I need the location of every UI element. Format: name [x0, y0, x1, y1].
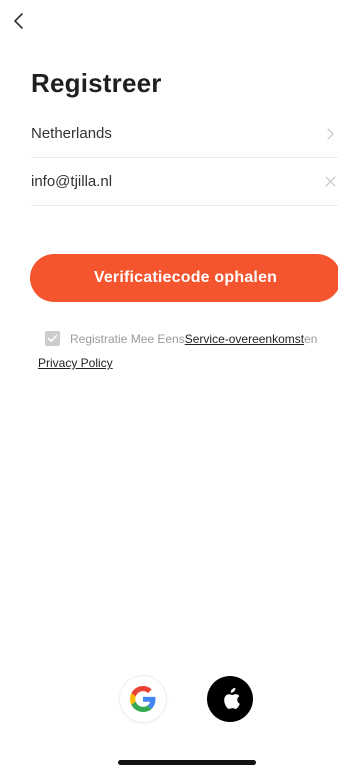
agreement-row: Registratie Mee Eens Service-overeenkoms… — [45, 331, 317, 346]
google-login-button[interactable] — [120, 676, 166, 722]
clear-icon[interactable] — [322, 174, 338, 190]
email-value: info@tjilla.nl — [31, 173, 113, 190]
chevron-right-icon — [322, 126, 338, 142]
agreement-connector: en — [304, 331, 318, 346]
agreement-prefix: Registratie Mee Eens — [70, 331, 185, 346]
back-button[interactable] — [8, 10, 30, 32]
page-title: Registreer — [31, 68, 162, 98]
apple-login-button[interactable] — [207, 676, 253, 722]
agreement-checkbox[interactable] — [45, 331, 60, 346]
chevron-left-icon — [14, 13, 23, 29]
get-verification-code-button[interactable]: Verificatiecode ophalen — [30, 254, 338, 302]
country-value: Netherlands — [31, 125, 112, 142]
register-screen: Registreer Netherlands info@tjilla.nl Ve… — [0, 0, 338, 767]
apple-icon — [224, 687, 240, 709]
checkmark-icon — [47, 334, 58, 342]
service-agreement-link[interactable]: Service-overeenkomst — [185, 332, 304, 346]
privacy-policy-link[interactable]: Privacy Policy — [38, 356, 113, 370]
home-indicator — [118, 760, 256, 765]
google-icon — [130, 686, 156, 712]
country-selector[interactable]: Netherlands — [31, 110, 338, 158]
email-field[interactable]: info@tjilla.nl — [31, 158, 338, 206]
